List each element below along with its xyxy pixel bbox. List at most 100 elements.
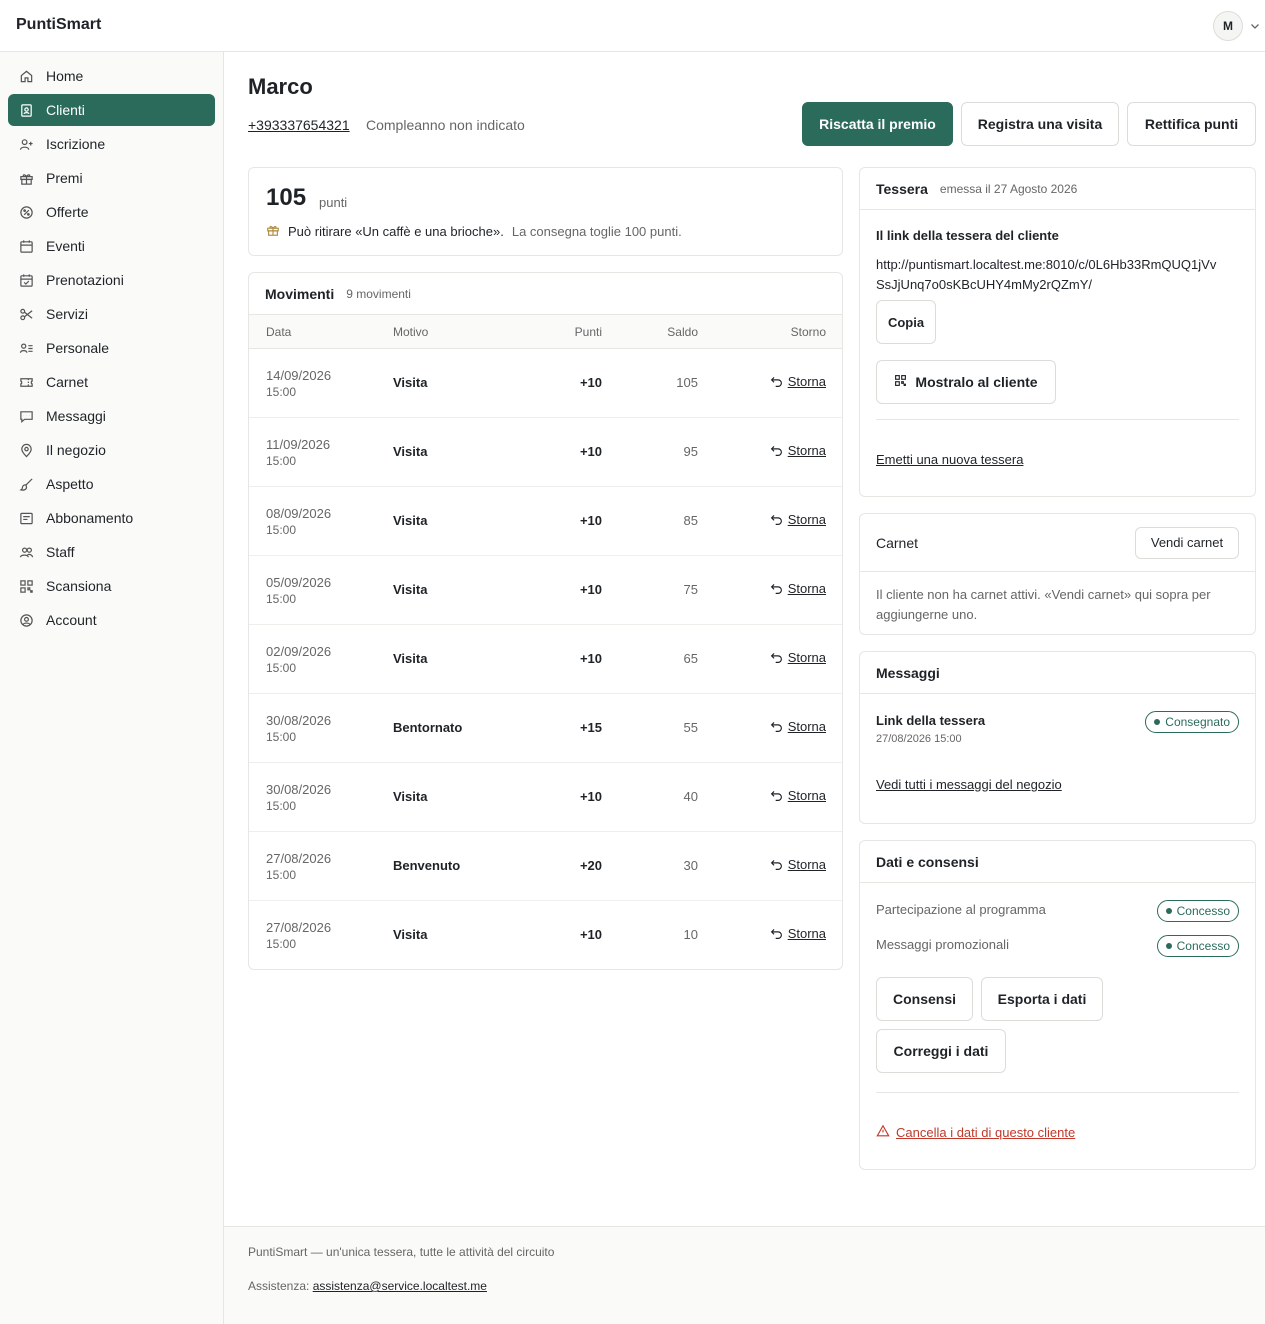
status-badge-label: Concesso: [1176, 939, 1230, 953]
status-badge: Concesso: [1156, 900, 1239, 922]
sidebar-item-prenotazioni[interactable]: Prenotazioni: [8, 264, 215, 296]
sidebar-item-personale[interactable]: Personale: [8, 332, 215, 364]
gift-icon: [18, 170, 34, 186]
row-time-value: 15:00: [266, 937, 297, 951]
undo-icon: [770, 584, 782, 594]
all-messages-link[interactable]: Vedi tutti i messaggi del negozio: [876, 777, 1062, 792]
brand-logo[interactable]: PuntiSmart: [16, 16, 101, 34]
card-link-label: Il link della tessera del cliente: [876, 228, 1059, 243]
row-date-value: 08/09/2026: [266, 506, 332, 521]
export-data-button[interactable]: Esporta i dati: [981, 977, 1103, 1021]
sidebar-item-eventi[interactable]: Eventi: [8, 230, 215, 262]
row-date-value: 14/09/2026: [266, 368, 332, 383]
undo-label: Storna: [787, 788, 826, 803]
status-badge-label: Consegnato: [1165, 715, 1230, 729]
row-date-value: 30/08/2026: [266, 713, 332, 728]
sidebar-item-messaggi[interactable]: Messaggi: [8, 400, 215, 432]
support-email-link[interactable]: assistenza@service.localtest.me: [313, 1279, 487, 1293]
sidebar-item-servizi[interactable]: Servizi: [8, 298, 215, 330]
adjust-points-button[interactable]: Rettifica punti: [1127, 102, 1256, 146]
undo-icon: [770, 860, 782, 870]
footer-tagline: PuntiSmart — un'unica tessera, tutte le …: [248, 1245, 555, 1259]
sidebar-item-abbonamento[interactable]: Abbonamento: [8, 502, 215, 534]
issue-new-card-link[interactable]: Emetti una nuova tessera: [876, 452, 1023, 467]
table-row: 27/08/2026 15:00 Benvenuto +20 30 Storna: [249, 832, 842, 901]
undo-button[interactable]: Storna: [770, 857, 826, 872]
row-time-value: 15:00: [266, 799, 297, 813]
row-balance: 55: [683, 720, 698, 735]
sidebar-item-iscrizione[interactable]: Iscrizione: [8, 128, 215, 160]
sell-carnet-button[interactable]: Vendi carnet: [1135, 526, 1239, 559]
show-to-customer-button[interactable]: Mostralo al cliente: [876, 360, 1056, 404]
sidebar-item-label: Prenotazioni: [46, 272, 124, 288]
movements-title: Movimenti: [265, 285, 335, 302]
register-visit-button[interactable]: Registra una visita: [961, 102, 1119, 146]
messages-card: Messaggi Link della tessera 27/08/2026 1…: [859, 651, 1256, 824]
redeem-reward-button[interactable]: Riscatta il premio: [802, 102, 953, 146]
home-icon: [18, 68, 34, 84]
undo-label: Storna: [787, 581, 826, 596]
status-dot-icon: [1165, 943, 1172, 949]
row-points: +10: [579, 375, 602, 390]
undo-button[interactable]: Storna: [770, 926, 826, 941]
contacts-icon: [18, 102, 34, 118]
sidebar-item-negozio[interactable]: Il negozio: [8, 434, 215, 466]
undo-button[interactable]: Storna: [770, 512, 826, 527]
sidebar-item-label: Eventi: [46, 238, 85, 254]
undo-button[interactable]: Storna: [770, 788, 826, 803]
card-link-url[interactable]: http://puntismart.localtest.me:8010/c/0L…: [876, 255, 1216, 295]
sidebar-item-label: Abbonamento: [46, 510, 134, 526]
sidebar-item-home[interactable]: Home: [8, 60, 215, 92]
percent-badge-icon: [18, 204, 34, 220]
reward-note: La consegna toglie 100 punti.: [511, 224, 682, 239]
undo-button[interactable]: Storna: [770, 374, 826, 389]
row-points: +10: [579, 789, 602, 804]
user-menu[interactable]: M: [1213, 11, 1261, 41]
undo-button[interactable]: Storna: [770, 581, 826, 596]
row-date: 02/09/2026 15:00: [266, 643, 331, 677]
row-date: 30/08/2026 15:00: [266, 781, 331, 815]
status-badge: Concesso: [1156, 935, 1239, 957]
table-row: 08/09/2026 15:00 Visita +10 85 Storna: [249, 487, 842, 556]
row-reason: Benvenuto: [393, 858, 461, 873]
row-points: +10: [579, 927, 602, 942]
avatar[interactable]: M: [1213, 11, 1243, 41]
column-header-undo: Storno: [790, 325, 826, 339]
undo-icon: [770, 791, 782, 801]
correct-data-button[interactable]: Correggi i dati: [876, 1029, 1006, 1073]
row-reason: Visita: [393, 582, 428, 597]
row-reason: Visita: [393, 375, 428, 390]
row-date: 05/09/2026 15:00: [266, 574, 331, 608]
sidebar-item-clienti[interactable]: Clienti: [8, 94, 215, 126]
sidebar-item-aspetto[interactable]: Aspetto: [8, 468, 215, 500]
calendar-check-icon: [18, 272, 34, 288]
row-reason: Visita: [393, 789, 428, 804]
delete-customer-data-link[interactable]: Cancella i dati di questo cliente: [876, 1124, 1075, 1141]
map-pin-icon: [18, 442, 34, 458]
consents-button[interactable]: Consensi: [876, 977, 973, 1021]
undo-button[interactable]: Storna: [770, 719, 826, 734]
sidebar-item-carnet[interactable]: Carnet: [8, 366, 215, 398]
sidebar-item-scansiona[interactable]: Scansiona: [8, 570, 215, 602]
undo-label: Storna: [787, 926, 826, 941]
copy-link-button[interactable]: Copia: [876, 300, 936, 344]
row-reason: Visita: [393, 651, 428, 666]
row-date-value: 05/09/2026: [266, 575, 332, 590]
sidebar-item-account[interactable]: Account: [8, 604, 215, 636]
sidebar-item-staff[interactable]: Staff: [8, 536, 215, 568]
sidebar-item-offerte[interactable]: Offerte: [8, 196, 215, 228]
undo-button[interactable]: Storna: [770, 650, 826, 665]
sidebar-item-label: Account: [46, 612, 97, 628]
carnet-header: Carnet Vendi carnet: [860, 514, 1255, 572]
movements-card: Movimenti 9 movimenti Data Motivo Punti …: [248, 272, 843, 970]
sidebar-item-premi[interactable]: Premi: [8, 162, 215, 194]
user-circle-icon: [18, 612, 34, 628]
row-time-value: 15:00: [266, 868, 297, 882]
table-row: 14/09/2026 15:00 Visita +10 105 Storna: [249, 349, 842, 418]
show-to-customer-label: Mostralo al cliente: [915, 374, 1038, 390]
column-header-points: Punti: [574, 325, 602, 339]
carnet-empty-text: Il cliente non ha carnet attivi. «Vendi …: [876, 585, 1211, 625]
customer-phone-link[interactable]: +393337654321: [248, 117, 350, 133]
card-link-url-line: http://puntismart.localtest.me:8010/c/0L…: [876, 257, 1217, 272]
undo-button[interactable]: Storna: [770, 443, 826, 458]
